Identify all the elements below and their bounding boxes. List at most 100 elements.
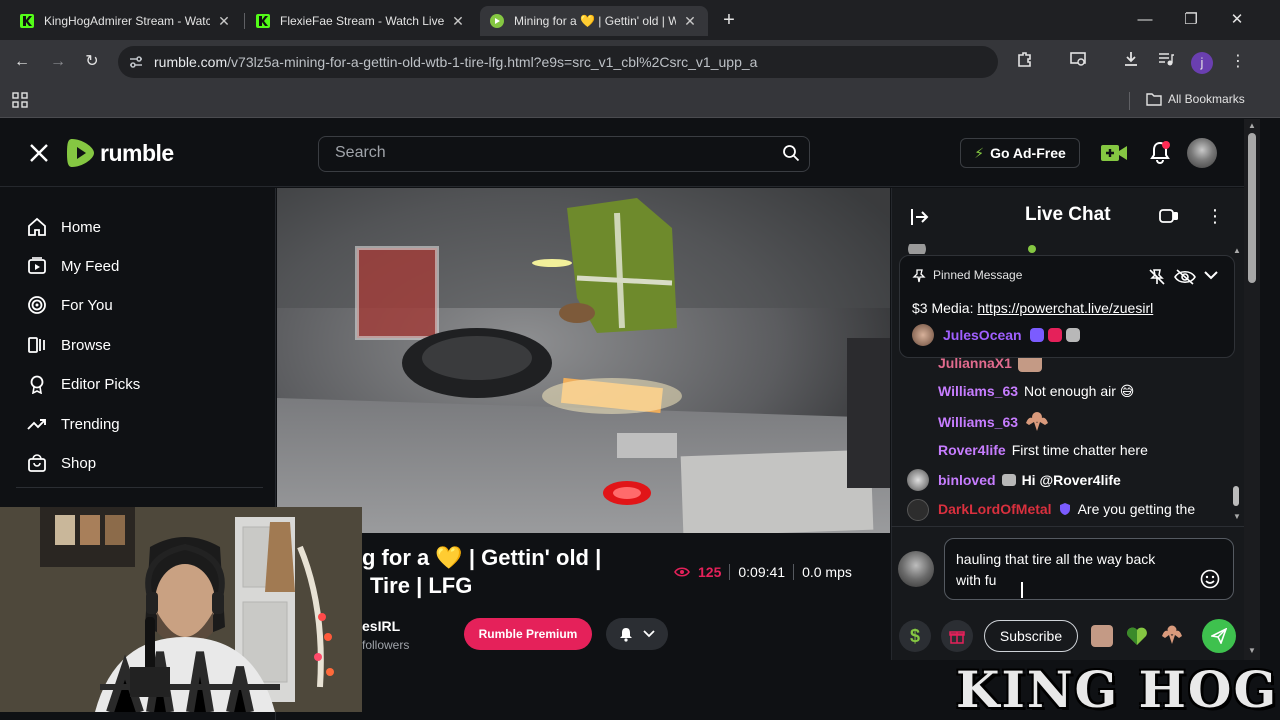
cast-icon[interactable] (1066, 50, 1090, 74)
site-settings-icon[interactable] (128, 54, 144, 70)
sidebar-item-label: Trending (61, 415, 120, 433)
send-message-button[interactable] (1202, 619, 1236, 653)
stats-divider (793, 564, 795, 580)
search-icon[interactable] (782, 144, 800, 162)
media-control-icon[interactable] (1154, 50, 1178, 74)
kebab-menu-icon[interactable]: ⋮ (1226, 50, 1250, 74)
url-text[interactable]: rumble.com/v73lz5a-mining-for-a-gettin-o… (154, 54, 954, 70)
scroll-down-icon[interactable]: ▼ (1248, 646, 1256, 655)
messages-per-second: 0.0 mps (802, 564, 852, 580)
hide-eye-icon[interactable] (1174, 268, 1196, 286)
flex-emote-icon (1026, 412, 1049, 431)
rant-dollar-button[interactable]: $ (899, 620, 931, 652)
new-tab-icon[interactable]: + (714, 8, 744, 32)
forward-icon[interactable]: → (46, 50, 70, 74)
channel-name[interactable]: esIRL (362, 618, 400, 634)
scroll-up-icon[interactable]: ▲ (1233, 246, 1241, 255)
collapse-chat-icon[interactable] (910, 208, 930, 226)
user-avatar[interactable] (1187, 138, 1217, 168)
sidebar-item-editor-picks[interactable]: Editor Picks (26, 370, 140, 398)
chat-username[interactable]: Williams_63 (938, 383, 1018, 399)
folder-icon (1146, 93, 1162, 106)
target-icon (26, 294, 48, 316)
chat-username[interactable]: binloved (938, 472, 996, 488)
webcam-overlay (0, 507, 362, 712)
tab-divider (244, 13, 245, 29)
notifications-bell-icon[interactable] (1149, 140, 1171, 164)
browser-tab-active[interactable]: Mining for a 💛 | Gettin' old | W ✕ (480, 6, 708, 36)
minimize-icon[interactable]: — (1130, 8, 1160, 32)
browser-tab[interactable]: KingHogAdmirer Stream - Watch ✕ (10, 6, 242, 36)
close-menu-icon[interactable] (28, 142, 50, 164)
go-live-icon[interactable] (1100, 142, 1128, 164)
tab-title: Mining for a 💛 | Gettin' old | W (514, 14, 676, 28)
close-tab-icon[interactable]: ✕ (450, 13, 466, 30)
maximize-icon[interactable]: ❐ (1176, 8, 1206, 32)
gift-button[interactable] (941, 620, 973, 652)
flex-emote-icon[interactable] (1160, 624, 1184, 646)
profile-avatar[interactable]: j (1191, 52, 1213, 74)
chat-username[interactable]: Williams_63 (938, 414, 1018, 430)
chat-options-icon[interactable]: ⋮ (1206, 204, 1224, 228)
pinned-text: $3 Media: https://powerchat.live/zuesirl (912, 300, 1153, 316)
unpin-icon[interactable] (1148, 268, 1166, 286)
subscribe-button[interactable]: Subscribe (984, 620, 1078, 652)
apps-grid-icon[interactable] (12, 92, 28, 108)
avatar (907, 469, 929, 491)
chat-username[interactable]: DarkLordOfMetal (938, 501, 1052, 517)
sidebar-item-my-feed[interactable]: My Feed (26, 252, 119, 280)
scroll-up-icon[interactable]: ▲ (1248, 121, 1256, 130)
back-icon[interactable]: ← (10, 50, 34, 74)
notify-dropdown-button[interactable] (606, 618, 668, 650)
video-player[interactable] (277, 188, 890, 533)
dollar-icon: $ (909, 625, 920, 646)
all-bookmarks-button[interactable]: All Bookmarks (1146, 92, 1245, 106)
heart-emote-icon[interactable] (1126, 626, 1148, 646)
rumble-premium-button[interactable]: Rumble Premium (464, 618, 592, 650)
emoji-picker-icon[interactable] (1200, 569, 1220, 589)
popout-chat-icon[interactable] (1159, 208, 1179, 224)
search-placeholder: Search (335, 144, 386, 161)
sidebar-item-label: Home (61, 218, 102, 236)
chat-scroll-thumb[interactable] (1233, 486, 1239, 506)
stream-duration: 0:09:41 (738, 564, 786, 580)
shield-badge-icon (1059, 503, 1070, 515)
close-window-icon[interactable]: ✕ (1222, 8, 1252, 32)
reload-icon[interactable]: ↻ (80, 50, 104, 74)
chat-message: Williams_63 (938, 410, 1050, 434)
close-tab-icon[interactable]: ✕ (682, 13, 698, 30)
sidebar-item-browse[interactable]: Browse (26, 331, 111, 359)
video-title-line1: g for a 💛 | Gettin' old | (362, 545, 602, 570)
my-avatar (898, 551, 934, 587)
rumble-logo-icon (67, 139, 94, 167)
sidebar-item-for-you[interactable]: For You (26, 291, 113, 319)
chevron-down-icon (643, 630, 655, 638)
page-scrollbar[interactable]: ▲ ▼ (1244, 119, 1260, 660)
chat-scrollbar[interactable]: ▲ ▼ (1231, 246, 1241, 524)
rumble-logo[interactable]: rumble (66, 137, 174, 169)
go-ad-free-button[interactable]: ⚡ Go Ad-Free (960, 138, 1080, 168)
award-icon (26, 373, 48, 395)
emote-shortcut-icon[interactable] (1091, 625, 1113, 647)
chat-username[interactable]: Rover4life (938, 442, 1006, 458)
webcam-frame (0, 507, 362, 712)
text-cursor (1021, 582, 1023, 598)
chat-message: binloved Hi @Rover4life (938, 468, 1121, 492)
pinned-username[interactable]: JulesOcean (943, 327, 1022, 343)
chat-text: Not enough air 😅 (1024, 382, 1135, 399)
kick-icon (256, 14, 270, 28)
close-tab-icon[interactable]: ✕ (216, 13, 232, 30)
chat-text: First time chatter here (1011, 442, 1148, 458)
search-input[interactable] (318, 136, 810, 172)
chevron-down-icon[interactable] (1204, 271, 1218, 281)
pinned-link[interactable]: https://powerchat.live/zuesirl (977, 300, 1153, 316)
browser-tab[interactable]: FlexieFae Stream - Watch Live o ✕ (246, 6, 476, 36)
sidebar-item-home[interactable]: Home (26, 213, 101, 241)
sidebar-item-shop[interactable]: Shop (26, 449, 96, 477)
sidebar-item-trending[interactable]: Trending (26, 410, 120, 438)
stats-divider (729, 564, 731, 580)
scroll-down-icon[interactable]: ▼ (1233, 512, 1241, 521)
extensions-icon[interactable] (1013, 50, 1037, 74)
page-scroll-thumb[interactable] (1248, 133, 1256, 283)
download-icon[interactable] (1119, 50, 1143, 74)
